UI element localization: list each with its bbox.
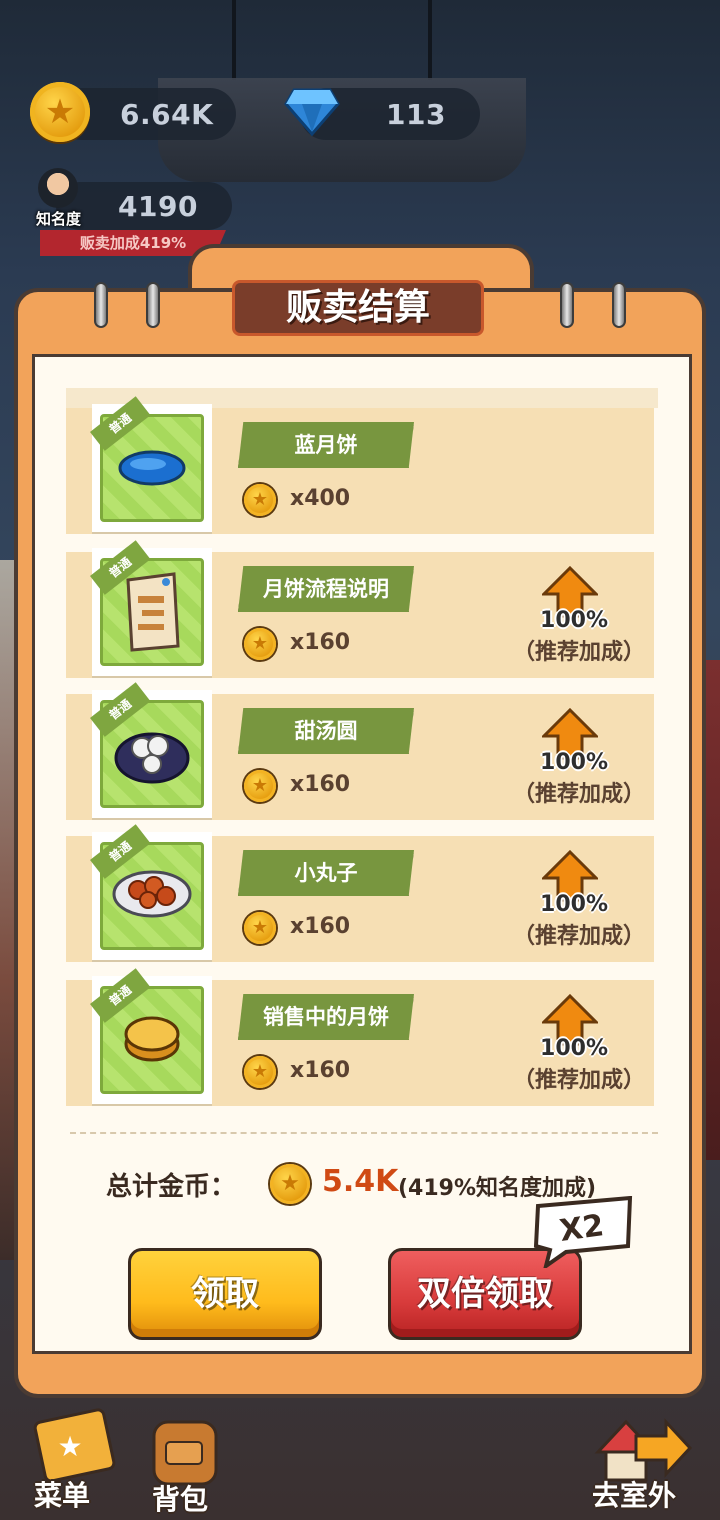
lamp-wire: [232, 0, 236, 80]
binder-ring: [560, 282, 574, 328]
list-item: 普通 小丸子 x160 100% （推荐加成）: [66, 824, 654, 962]
bonus-note: （推荐加成）: [512, 1068, 645, 1093]
outdoor-nav-button[interactable]: 去室外: [586, 1408, 696, 1518]
golden-mooncake-icon: [124, 1016, 180, 1062]
bonus-percent: 100%: [540, 608, 608, 633]
x2-badge-icon: X2: [533, 1196, 633, 1268]
menu-nav-button[interactable]: ★ 菜单: [22, 1408, 132, 1518]
bonus-note: （推荐加成）: [512, 640, 645, 665]
item-price: x160: [290, 630, 351, 655]
item-price: x160: [290, 772, 351, 797]
backpack-nav-label: 背包: [152, 1483, 209, 1516]
fame-label: 知名度: [36, 210, 82, 228]
backpack-icon: [152, 1420, 218, 1486]
menu-nav-label: 菜单: [34, 1479, 91, 1512]
item-name: 小丸子: [238, 850, 414, 896]
dashed-divider: [70, 1132, 658, 1134]
fame-value: 4190: [118, 190, 198, 223]
coin-icon: [244, 1056, 276, 1088]
meatballs-plate-icon: [112, 870, 192, 918]
blue-mooncake-icon: [118, 450, 186, 486]
coin-icon: [270, 1164, 310, 1204]
coin-amount: 6.64K: [120, 98, 214, 131]
item-price: x160: [290, 1058, 351, 1083]
list-item: 普通 甜汤圆 x160 100% （推荐加成）: [66, 682, 654, 820]
bonus-note: （推荐加成）: [512, 782, 645, 807]
item-price: x160: [290, 914, 351, 939]
item-name: 月饼流程说明: [238, 566, 414, 612]
diamond-icon: [284, 88, 340, 136]
bonus-percent: 100%: [540, 750, 608, 775]
total-label: 总计金币：: [106, 1172, 237, 1202]
item-card: 普通: [90, 540, 212, 676]
item-price: x400: [290, 486, 351, 511]
rice-balls-icon: [114, 732, 190, 784]
item-name: 销售中的月饼: [238, 994, 414, 1040]
svg-text:★: ★: [57, 1430, 82, 1463]
binder-ring: [146, 282, 160, 328]
coin-icon: [244, 912, 276, 944]
list-item: 普通 蓝月饼 x400: [66, 396, 654, 534]
bonus-percent: 100%: [540, 1036, 608, 1061]
item-name: 蓝月饼: [238, 422, 414, 468]
coin-icon: [244, 484, 276, 516]
claim-button[interactable]: 领取: [128, 1248, 322, 1340]
list-item: 普通 销售中的月饼 x160 100% （推荐加成）: [66, 968, 654, 1106]
list-item: 普通 月饼流程说明 x160 100% （推荐加成）: [66, 540, 654, 678]
coin-icon: [244, 628, 276, 660]
coin-icon: [244, 770, 276, 802]
item-card: 普通: [90, 968, 212, 1104]
x2-badge-label: X2: [558, 1208, 606, 1249]
binder-ring: [612, 282, 626, 328]
outdoor-nav-label: 去室外: [592, 1479, 677, 1512]
binder-ring: [94, 282, 108, 328]
coin-icon: [30, 82, 90, 142]
item-card: 普通: [90, 682, 212, 818]
backpack-nav-button[interactable]: 背包: [140, 1408, 250, 1518]
total-coins-value: 5.4K: [322, 1164, 399, 1199]
paper-scroll-icon: [126, 572, 180, 652]
avatar: [38, 168, 78, 208]
item-card: 普通: [90, 396, 212, 532]
bonus-note: （推荐加成）: [512, 924, 645, 949]
gem-amount: 113: [386, 98, 446, 131]
item-name: 甜汤圆: [238, 708, 414, 754]
lamp-wire: [428, 0, 432, 80]
bonus-percent: 100%: [540, 892, 608, 917]
item-card: 普通: [90, 824, 212, 960]
panel-title: 贩卖结算: [232, 280, 484, 336]
